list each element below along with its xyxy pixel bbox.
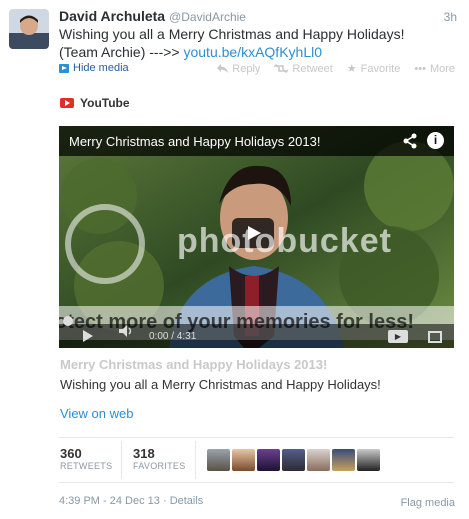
divider-bottom [59, 482, 454, 483]
card-description: Wishing you all a Merry Christmas and Ha… [60, 377, 381, 392]
progress-handle[interactable] [63, 316, 73, 326]
avatar[interactable] [332, 449, 355, 471]
media-source-label: YouTube [80, 96, 130, 110]
favoriter-avatars [207, 449, 380, 471]
retweet-button[interactable]: Retweet [274, 62, 333, 75]
stat-divider [121, 441, 122, 479]
author-name[interactable]: David Archuleta @DavidArchie [59, 8, 246, 24]
favorites-count: 318 [133, 446, 155, 461]
favorite-button[interactable]: ★ Favorite [346, 62, 401, 76]
avatar[interactable] [232, 449, 255, 471]
tweet-actions: Reply Retweet ★ Favorite ••• More [217, 62, 455, 75]
watermark: photobucket [177, 222, 392, 260]
favorites-stat[interactable]: 318 FAVORITES [133, 446, 186, 471]
reply-button[interactable]: Reply [217, 62, 260, 75]
retweets-label: RETWEETS [60, 461, 113, 471]
view-on-web-link[interactable]: View on web [60, 406, 133, 421]
favorites-label: FAVORITES [133, 461, 186, 471]
reply-icon [217, 64, 229, 73]
fullscreen-icon[interactable] [428, 331, 442, 343]
youtube-watch-icon[interactable]: ▶ [388, 330, 408, 343]
youtube-icon [60, 98, 74, 108]
author-avatar[interactable] [9, 9, 49, 49]
more-button[interactable]: ••• More [414, 62, 455, 75]
avatar[interactable] [357, 449, 380, 471]
share-icon[interactable] [402, 133, 418, 154]
avatar[interactable] [257, 449, 280, 471]
avatar[interactable] [207, 449, 230, 471]
hide-media-toggle[interactable]: Hide media [59, 62, 129, 74]
retweets-count: 360 [60, 446, 82, 461]
info-icon[interactable]: i [427, 132, 444, 149]
tweet-time[interactable]: 3h [444, 10, 457, 24]
tweet-timestamp[interactable]: 4:39 PM - 24 Dec 13 [59, 495, 160, 507]
video-title[interactable]: Merry Christmas and Happy Holidays 2013! [69, 134, 320, 149]
avatar[interactable] [307, 449, 330, 471]
tweet-footer: 4:39 PM - 24 Dec 13 · Details [59, 495, 203, 507]
media-source[interactable]: YouTube [60, 96, 130, 110]
tweet-link[interactable]: youtu.be/kxAQfKyhLl0 [183, 44, 322, 60]
control-play-icon[interactable] [83, 330, 93, 342]
avatar[interactable] [282, 449, 305, 471]
footer-separator: · [162, 495, 167, 507]
retweet-icon [274, 64, 289, 73]
divider-top [59, 437, 454, 438]
ellipsis-icon: ••• [414, 62, 426, 75]
media-icon [59, 63, 69, 73]
tweet-text: Wishing you all a Merry Christmas and Ha… [59, 25, 439, 61]
details-link[interactable]: Details [170, 495, 204, 507]
video-player[interactable]: Merry Christmas and Happy Holidays 2013!… [59, 126, 454, 348]
volume-icon[interactable] [119, 324, 135, 342]
watermark-logo [65, 204, 145, 284]
retweets-stat[interactable]: 360 RETWEETS [60, 446, 112, 471]
flag-media-link[interactable]: Flag media [401, 497, 455, 509]
card-title[interactable]: Merry Christmas and Happy Holidays 2013! [60, 357, 327, 372]
video-time: 0:00 / 4:31 [149, 331, 197, 342]
author-handle[interactable]: @DavidArchie [169, 10, 246, 24]
stat-divider [195, 441, 196, 479]
author-display-name[interactable]: David Archuleta [59, 8, 165, 24]
hide-media-label: Hide media [73, 62, 129, 74]
star-icon: ★ [346, 63, 357, 75]
